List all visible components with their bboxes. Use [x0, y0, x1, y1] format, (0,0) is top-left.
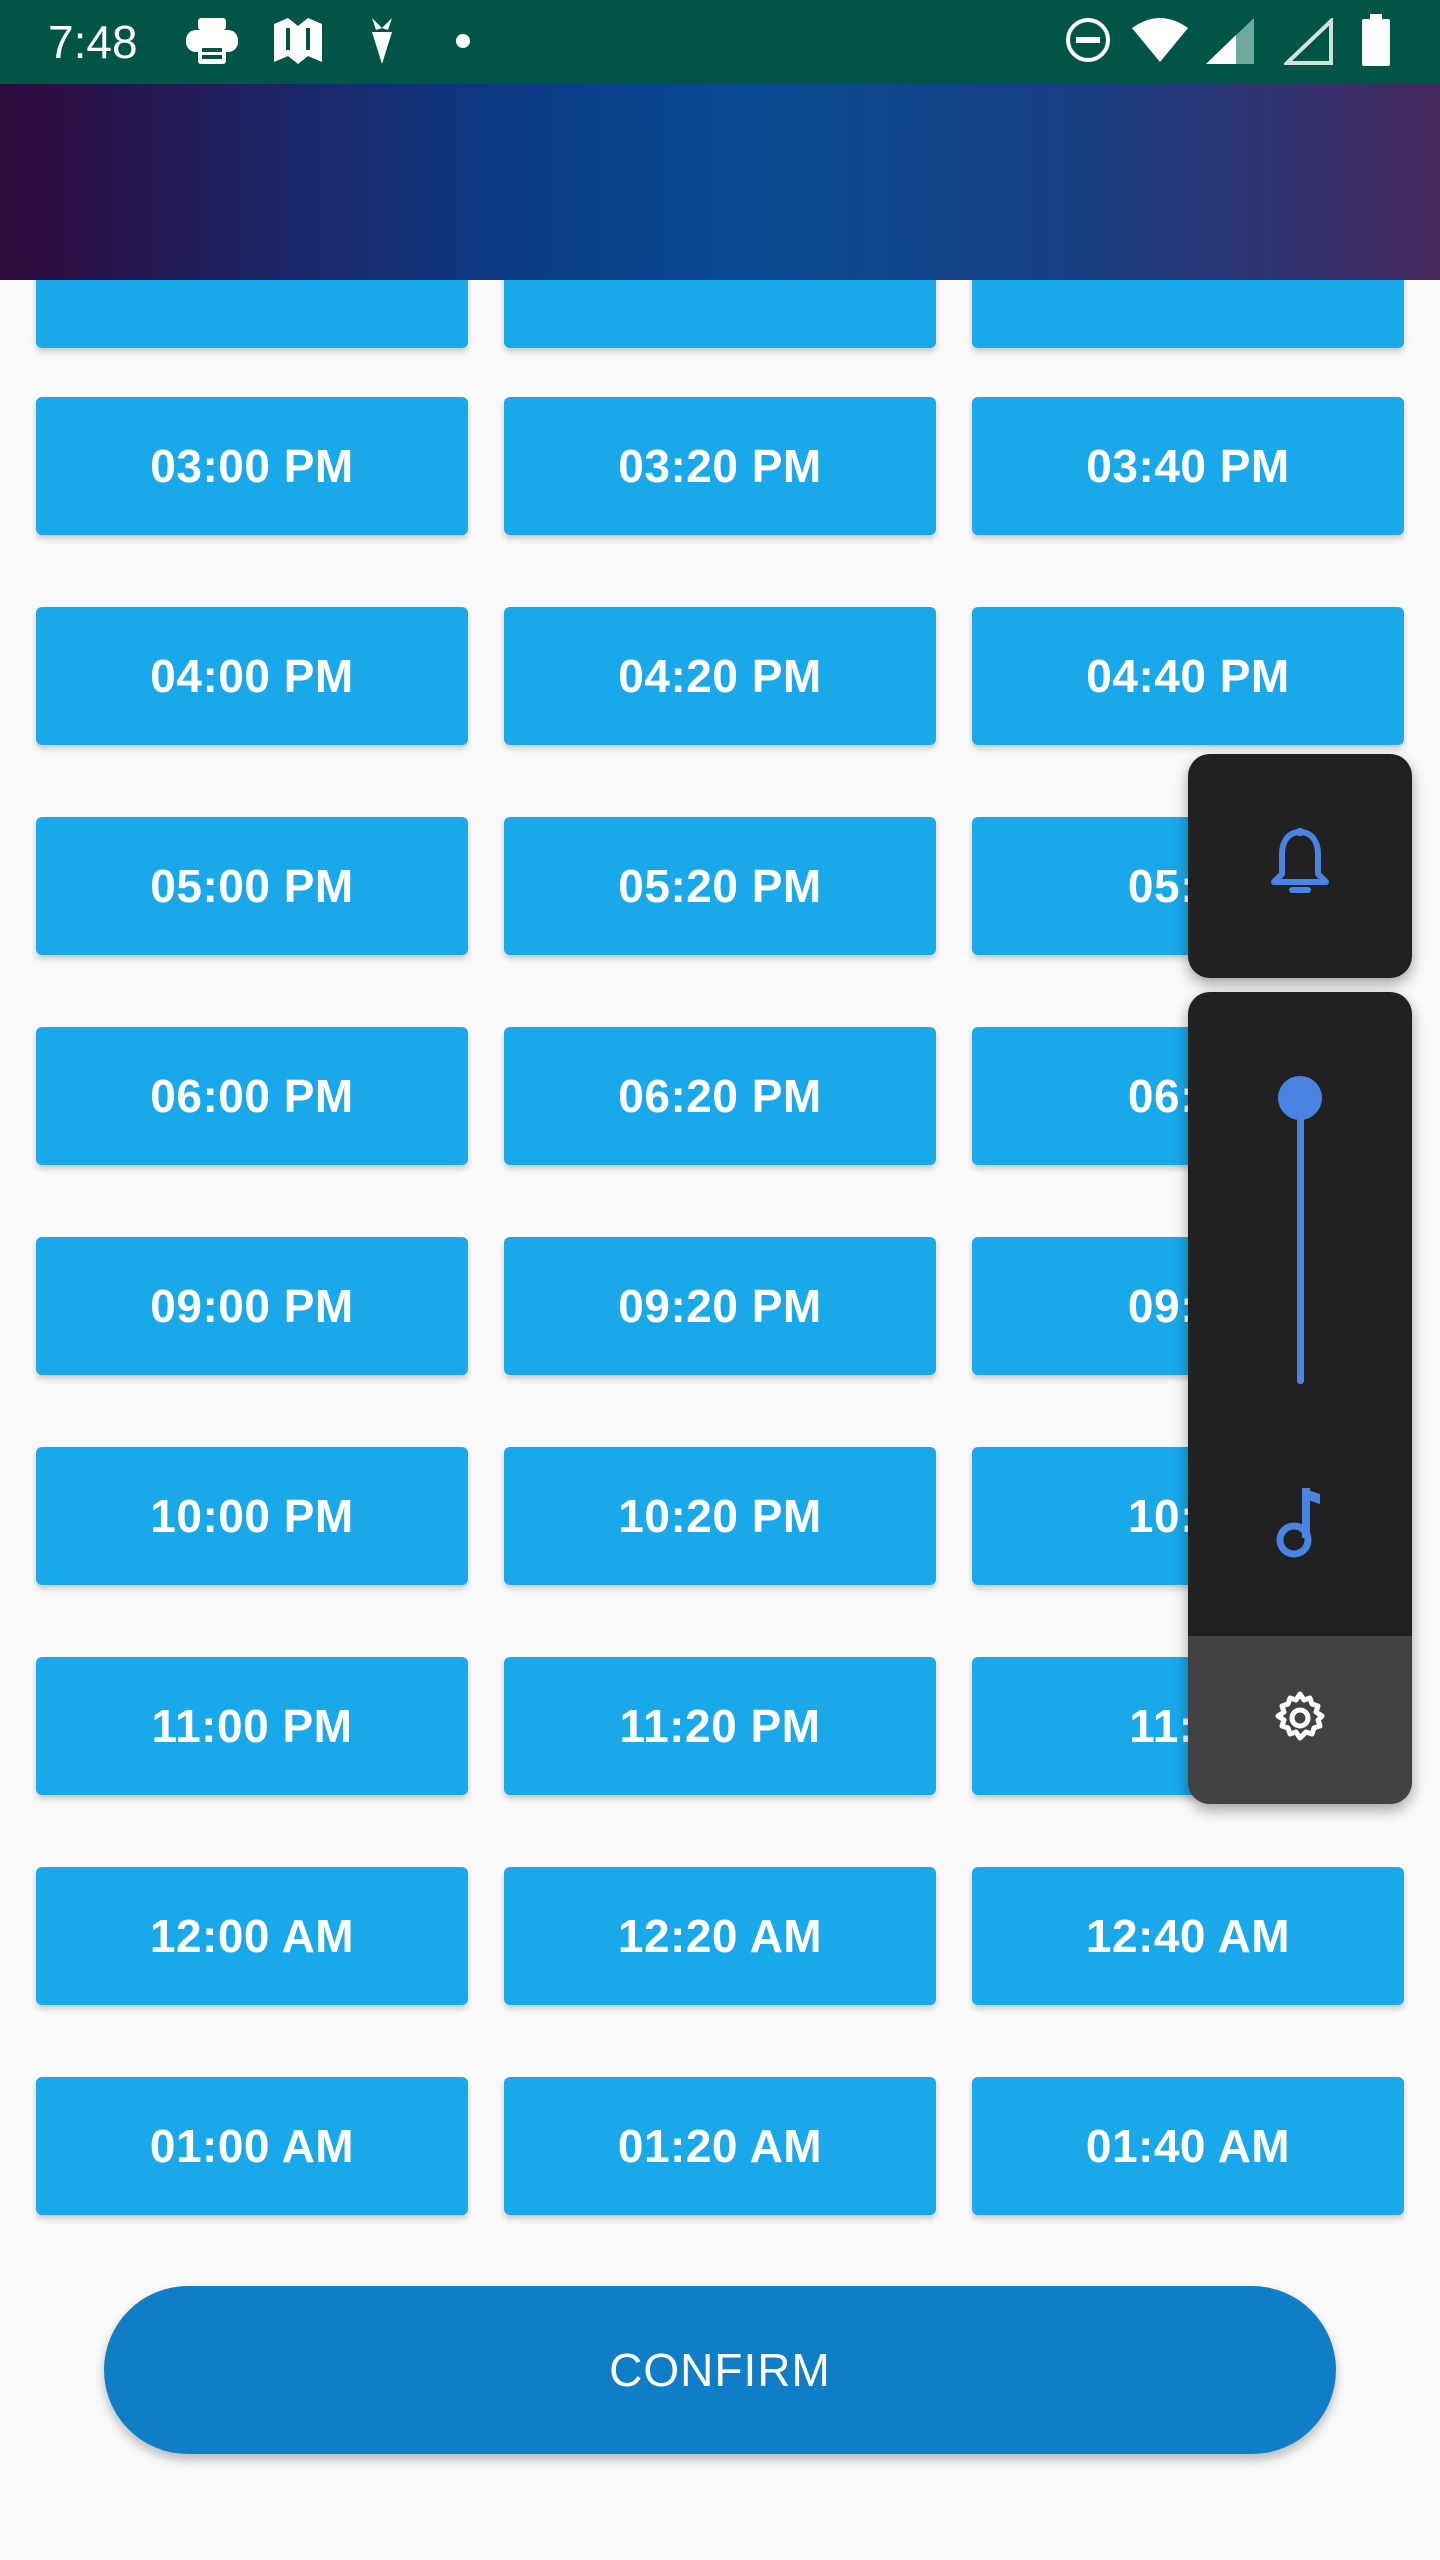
time-slot-button[interactable]: 05:20 PM	[504, 817, 936, 955]
volume-slider-thumb[interactable]	[1278, 1076, 1322, 1120]
time-slot-button[interactable]: 12:40 AM	[972, 1867, 1404, 2005]
wifi-icon	[1132, 16, 1188, 69]
time-slot-button[interactable]	[504, 280, 936, 348]
gear-icon	[1272, 1690, 1328, 1751]
printer-icon	[186, 18, 238, 71]
time-slot-button[interactable]: 06:00 PM	[36, 1027, 468, 1165]
time-slot-button[interactable]: 04:40 PM	[972, 607, 1404, 745]
music-note-icon[interactable]	[1262, 1482, 1338, 1558]
header-banner	[0, 84, 1440, 280]
time-slot-button[interactable]	[972, 280, 1404, 348]
signal-empty-icon	[1282, 16, 1334, 71]
time-slot-button[interactable]: 03:00 PM	[36, 397, 468, 535]
time-slot-button[interactable]: 03:20 PM	[504, 397, 936, 535]
ringer-toggle-button[interactable]	[1188, 754, 1412, 978]
time-slot-button[interactable]: 01:40 AM	[972, 2077, 1404, 2215]
time-slot-button[interactable]: 11:00 PM	[36, 1657, 468, 1795]
signal-icon	[1206, 18, 1256, 71]
time-slot-button[interactable]: 09:20 PM	[504, 1237, 936, 1375]
do-not-disturb-icon	[1064, 16, 1112, 69]
time-slot-button[interactable]: 01:00 AM	[36, 2077, 468, 2215]
volume-slider-track[interactable]	[1297, 1096, 1304, 1384]
dot-icon	[456, 34, 470, 53]
time-slot-button[interactable]: 04:00 PM	[36, 607, 468, 745]
time-slot-button[interactable]: 06:20 PM	[504, 1027, 936, 1165]
time-slot-button[interactable]: 09:00 PM	[36, 1237, 468, 1375]
volume-panel	[1188, 992, 1412, 1804]
time-slot-button[interactable]: 01:20 AM	[504, 2077, 936, 2215]
time-slot-button[interactable]: 05:00 PM	[36, 817, 468, 955]
time-slot-button[interactable]: 11:20 PM	[504, 1657, 936, 1795]
maps-icon	[272, 18, 324, 71]
confirm-button[interactable]: CONFIRM	[104, 2286, 1336, 2454]
status-time: 7:48	[48, 16, 138, 68]
time-slot-button[interactable]: 04:20 PM	[504, 607, 936, 745]
time-slot-button[interactable]: 10:00 PM	[36, 1447, 468, 1585]
volume-settings-button[interactable]	[1188, 1636, 1412, 1804]
time-slot-button[interactable]: 03:40 PM	[972, 397, 1404, 535]
battery-icon	[1362, 14, 1390, 71]
time-slot-button[interactable]: 12:00 AM	[36, 1867, 468, 2005]
bell-icon	[1268, 827, 1332, 905]
time-slot-button[interactable]	[36, 280, 468, 348]
carrot-icon	[366, 18, 398, 71]
time-slot-button[interactable]: 10:20 PM	[504, 1447, 936, 1585]
status-bar: 7:48	[0, 0, 1440, 84]
time-slot-button[interactable]: 12:20 AM	[504, 1867, 936, 2005]
